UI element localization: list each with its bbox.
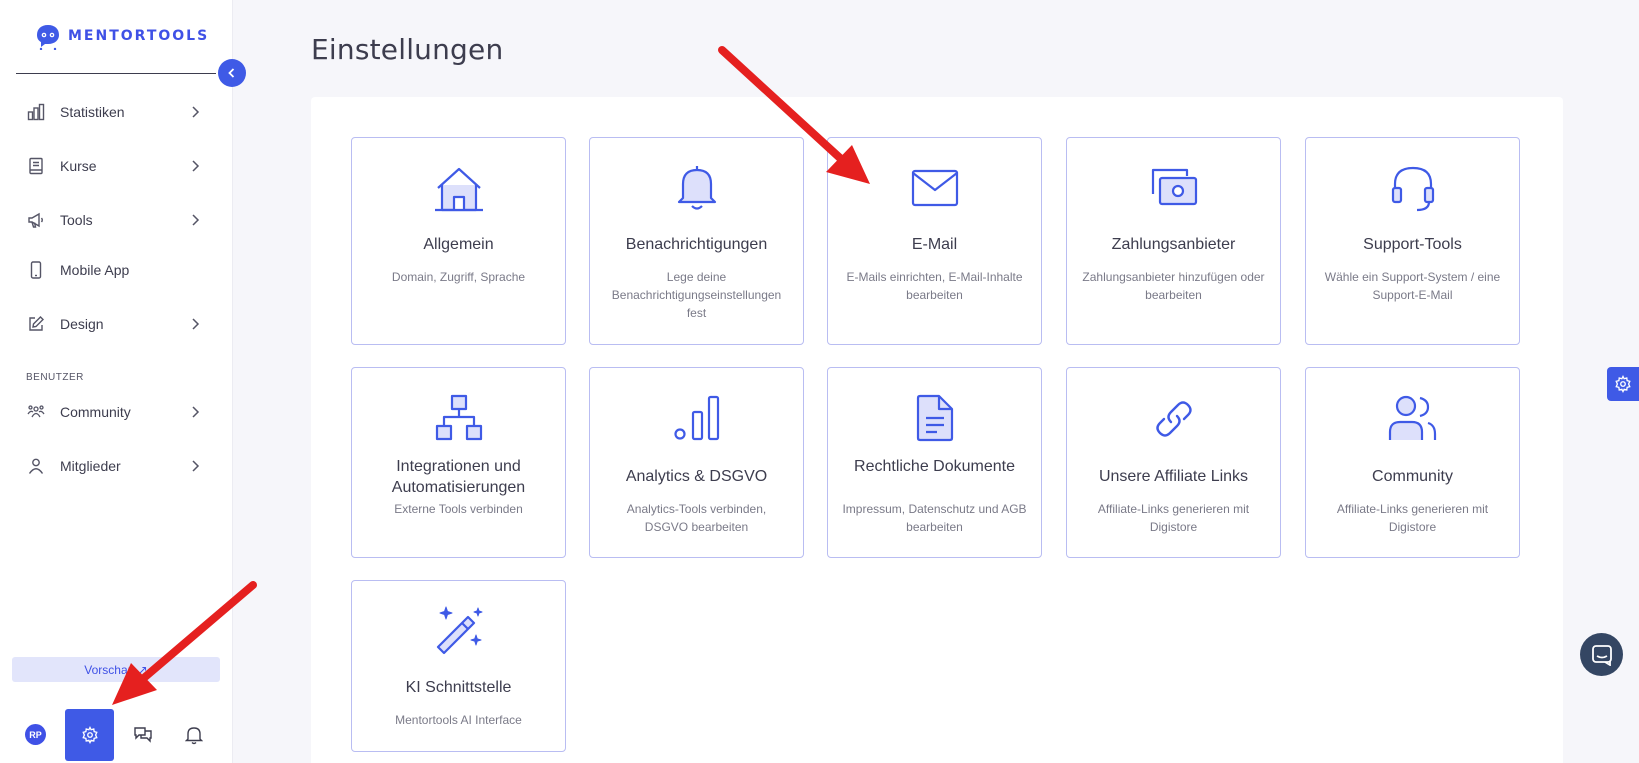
magic-wand-icon (352, 605, 565, 655)
sidebar-item-kurse[interactable]: Kurse (0, 146, 233, 186)
card-description: Externe Tools verbinden (394, 502, 523, 516)
chat-icon[interactable] (133, 725, 153, 745)
card-description: E-Mails einrichten, E-Mail-Inhalte bearb… (846, 270, 1023, 302)
chevron-right-icon (192, 406, 200, 418)
chevron-right-icon (192, 460, 200, 472)
settings-panel: Allgemein Domain, Zugriff, Sprache Benac… (311, 97, 1563, 763)
group-icon (26, 402, 46, 422)
card-e-mail[interactable]: E-Mail E-Mails einrichten, E-Mail-Inhalt… (827, 137, 1042, 345)
chevron-right-icon (192, 214, 200, 226)
card-description: Zahlungsanbieter hinzufügen oder bearbei… (1082, 270, 1265, 302)
bell-icon (590, 164, 803, 212)
analytics-icon (590, 394, 803, 442)
link-icon (1067, 396, 1280, 442)
avatar[interactable]: RP (25, 724, 46, 745)
card-title: Unsere Affiliate Links (1098, 468, 1249, 485)
card-description: Domain, Zugriff, Sprache (391, 270, 526, 284)
settings-button[interactable] (65, 709, 114, 761)
cash-icon (1067, 166, 1280, 208)
support-chat-button[interactable] (1580, 633, 1623, 676)
envelope-icon (828, 168, 1041, 208)
card-title: Allgemein (423, 236, 494, 253)
card-description: Affiliate-Links generieren mit Digistore (1097, 502, 1250, 534)
card-integrationen[interactable]: Integrationen und Automatisierungen Exte… (351, 367, 566, 558)
preview-button[interactable]: Vorschau ↗ (12, 657, 220, 682)
user-icon (26, 456, 46, 476)
gear-icon (81, 726, 98, 744)
sidebar-item-label: Tools (60, 212, 93, 228)
chevron-right-icon (192, 106, 200, 118)
sidebar-item-mitglieder[interactable]: Mitglieder (0, 446, 233, 486)
logo[interactable]: MENTORTOOLS (34, 22, 209, 50)
card-benachrichtigungen[interactable]: Benachrichtigungen Lege deine Benachrich… (589, 137, 804, 345)
sidebar-item-label: Mitglieder (60, 458, 121, 474)
card-title: Analytics & DSGVO (625, 468, 768, 485)
section-label-benutzer: BENUTZER (26, 372, 84, 383)
card-title: Community (1372, 468, 1453, 485)
card-description: Analytics-Tools verbinden, DSGVO bearbei… (626, 502, 767, 534)
sidebar-collapse-button[interactable] (218, 59, 246, 87)
card-title: Rechtliche Dokumente (854, 458, 1015, 475)
sidebar-item-design[interactable]: Design (0, 304, 233, 344)
logo-icon (37, 25, 59, 50)
home-icon (352, 166, 565, 214)
card-title: Zahlungsanbieter (1111, 236, 1236, 253)
card-analytics-dsgvo[interactable]: Analytics & DSGVO Analytics-Tools verbin… (589, 367, 804, 558)
hierarchy-icon (352, 394, 565, 442)
sidebar-item-statistiken[interactable]: Statistiken (0, 92, 233, 132)
card-rechtliche-dokumente[interactable]: Rechtliche Dokumente Impressum, Datensch… (827, 367, 1042, 558)
card-title: KI Schnittstelle (405, 679, 512, 696)
card-zahlungsanbieter[interactable]: Zahlungsanbieter Zahlungsanbieter hinzuf… (1066, 137, 1281, 345)
sidebar-item-label: Design (60, 316, 104, 332)
page-title: Einstellungen (311, 33, 504, 66)
card-title: Integrationen und Automatisierungen (391, 458, 526, 496)
logo-divider (16, 73, 216, 74)
chevron-right-icon (192, 160, 200, 172)
card-ki-schnittstelle[interactable]: KI Schnittstelle Mentortools AI Interfac… (351, 580, 566, 752)
pen-square-icon (26, 314, 46, 334)
sidebar: MENTORTOOLS Statistiken Kurse Tools Mobi… (0, 0, 233, 763)
card-title: E-Mail (911, 236, 958, 253)
card-description: Lege deine Benachrichtigungseinstellunge… (611, 270, 782, 320)
sidebar-bottom-bar: RP (0, 709, 233, 763)
card-support-tools[interactable]: Support-Tools Wähle ein Support-System /… (1305, 137, 1520, 345)
megaphone-icon (26, 210, 46, 230)
card-description: Impressum, Datenschutz und AGB bearbeite… (842, 502, 1027, 534)
sidebar-item-label: Mobile App (60, 262, 130, 278)
card-description: Mentortools AI Interface (395, 713, 522, 727)
card-community[interactable]: Community Affiliate-Links generieren mit… (1305, 367, 1520, 558)
card-title: Benachrichtigungen (625, 236, 768, 253)
card-description: Affiliate-Links generieren mit Digistore (1336, 502, 1489, 534)
document-icon (828, 394, 1041, 442)
chat-bubble-icon (1591, 644, 1612, 666)
sidebar-item-label: Kurse (60, 158, 97, 174)
sidebar-item-tools[interactable]: Tools (0, 200, 233, 240)
sidebar-item-label: Statistiken (60, 104, 125, 120)
sidebar-item-label: Community (60, 404, 131, 420)
gear-icon (1615, 375, 1631, 393)
card-description: Wähle ein Support-System / eine Support-… (1324, 270, 1501, 302)
book-icon (26, 156, 46, 176)
users-icon (1306, 394, 1519, 442)
chevron-right-icon (192, 318, 200, 330)
floating-settings-button[interactable] (1607, 367, 1639, 401)
chevron-left-icon (228, 68, 235, 78)
card-affiliate-links[interactable]: Unsere Affiliate Links Affiliate-Links g… (1066, 367, 1281, 558)
sidebar-item-mobile-app[interactable]: Mobile App (0, 250, 233, 290)
card-allgemein[interactable]: Allgemein Domain, Zugriff, Sprache (351, 137, 566, 345)
bar-chart-icon (26, 102, 46, 122)
logo-text: MENTORTOOLS (68, 28, 210, 44)
sidebar-item-community[interactable]: Community (0, 392, 233, 432)
bell-icon[interactable] (184, 725, 204, 745)
headset-icon (1306, 164, 1519, 214)
card-title: Support-Tools (1363, 236, 1462, 253)
smartphone-icon (26, 260, 46, 280)
